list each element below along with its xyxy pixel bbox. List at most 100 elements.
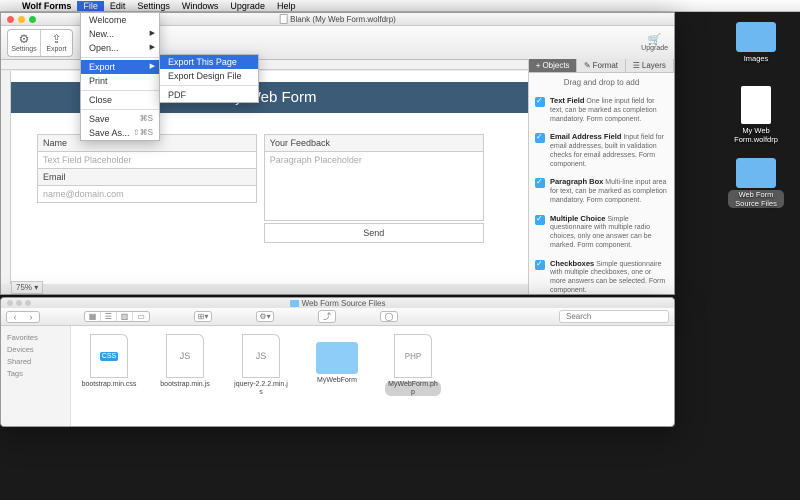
checkbox-icon — [535, 260, 545, 270]
minimize-icon[interactable] — [16, 300, 22, 306]
arrange-button[interactable]: ⊞▾ — [194, 311, 212, 322]
folder-icon — [290, 300, 299, 307]
sidebar-tags[interactable]: Tags — [7, 369, 64, 378]
share-button[interactable]: ⤴ — [318, 310, 336, 323]
close-icon[interactable] — [7, 16, 14, 23]
menu-export[interactable]: Export▶ — [81, 60, 159, 74]
finder-title: Web Form Source Files — [302, 299, 386, 308]
object-item[interactable]: Email Address Field Input field for emai… — [529, 128, 674, 173]
zoom-icon[interactable] — [25, 300, 31, 306]
tag-icon: ◯ — [381, 312, 397, 321]
text-field[interactable]: Text Field Placeholder — [37, 151, 257, 169]
menu-welcome[interactable]: Welcome — [81, 13, 159, 27]
layers-icon: ☰ — [633, 61, 640, 70]
menu-close[interactable]: Close — [81, 93, 159, 107]
object-description: Paragraph Box Multi-line input area for … — [550, 177, 668, 205]
cart-icon: 🛒 — [648, 33, 662, 45]
tags-button[interactable]: ◯ — [380, 311, 398, 322]
checkbox-icon — [535, 97, 545, 107]
menu-save[interactable]: Save⌘S — [81, 112, 159, 126]
object-description: Checkboxes Simple questionnaire with mul… — [550, 259, 668, 296]
column-view-icon[interactable]: ▥ — [117, 312, 133, 321]
menu-separator — [81, 57, 159, 58]
ruler-vertical — [1, 71, 11, 284]
finder-window: Web Form Source Files ‹› ▦☰▥▭ ⊞▾ ⚙▾ ⤴ ◯ … — [0, 297, 675, 427]
document-icon — [279, 14, 287, 24]
sidebar-shared[interactable]: Shared — [7, 357, 64, 366]
app-menu[interactable]: Wolf Forms — [16, 1, 77, 11]
object-item[interactable]: Checkboxes Simple questionnaire with mul… — [529, 255, 674, 300]
js-file-icon — [166, 334, 204, 378]
menu-edit[interactable]: Edit — [104, 1, 132, 11]
close-icon[interactable] — [7, 300, 13, 306]
email-field[interactable]: name@domain.com — [37, 185, 257, 203]
file-item[interactable]: MyWebForm — [309, 334, 365, 418]
tab-layers[interactable]: ☰Layers — [626, 59, 674, 72]
menu-print[interactable]: Print — [81, 74, 159, 88]
action-button[interactable]: ⚙▾ — [256, 311, 274, 322]
nav-buttons[interactable]: ‹› — [6, 311, 40, 323]
menu-separator — [81, 90, 159, 91]
file-item[interactable]: jquery-2.2.2.min.js — [233, 334, 289, 418]
tab-objects[interactable]: +Objects — [529, 59, 577, 72]
sidebar-favorites[interactable]: Favorites — [7, 333, 64, 342]
file-item[interactable]: bootstrap.min.css — [81, 334, 137, 418]
chevron-right-icon: ▶ — [150, 62, 155, 70]
menu-new[interactable]: New...▶ — [81, 27, 159, 41]
share-icon: ⤴ — [319, 311, 335, 322]
paragraph-field[interactable]: Paragraph Placeholder — [264, 151, 484, 221]
folder-icon — [316, 342, 358, 374]
forward-icon[interactable]: › — [23, 312, 39, 322]
email-label[interactable]: Email — [37, 168, 257, 186]
submenu-pdf[interactable]: PDF — [160, 88, 258, 102]
file-item[interactable]: bootstrap.min.js — [157, 334, 213, 418]
menu-help[interactable]: Help — [271, 1, 302, 11]
tab-format[interactable]: ✎Format — [577, 59, 625, 72]
menu-file[interactable]: File — [77, 1, 104, 11]
php-file-icon — [394, 334, 432, 378]
menu-open[interactable]: Open...▶ — [81, 41, 159, 55]
menu-settings[interactable]: Settings — [131, 1, 176, 11]
window-title: Blank (My Web Form.wolfdrp) — [290, 15, 396, 24]
object-description: Multiple Choice Simple questionnaire wit… — [550, 214, 668, 251]
gear-icon: ⚙▾ — [257, 312, 273, 321]
settings-button[interactable]: ⚙Settings — [8, 30, 40, 56]
gear-icon: ⚙ — [19, 32, 30, 46]
file-item[interactable]: MyWebForm.php — [385, 334, 441, 418]
upgrade-button[interactable]: 🛒Upgrade — [641, 33, 668, 52]
folder-icon — [736, 158, 776, 188]
submenu-export-design[interactable]: Export Design File — [160, 69, 258, 83]
zoom-level[interactable]: 75% ▾ — [11, 281, 43, 294]
checkbox-icon — [535, 133, 545, 143]
export-icon: ⇪ — [51, 32, 61, 46]
sidebar-devices[interactable]: Devices — [7, 345, 64, 354]
export-submenu: Export This Page Export Design File PDF — [159, 54, 259, 103]
plus-icon: + — [536, 61, 541, 70]
minimize-icon[interactable] — [18, 16, 25, 23]
menu-windows[interactable]: Windows — [176, 1, 225, 11]
menu-upgrade[interactable]: Upgrade — [224, 1, 271, 11]
side-panel: +Objects ✎Format ☰Layers Drag and drop t… — [528, 59, 674, 294]
icon-view-icon[interactable]: ▦ — [85, 312, 101, 321]
feedback-label[interactable]: Your Feedback — [264, 134, 484, 152]
document-icon — [741, 86, 771, 124]
menu-saveas[interactable]: Save As...⇧⌘S — [81, 126, 159, 140]
desktop-document[interactable]: My Web Form.wolfdrp — [728, 86, 784, 144]
send-button[interactable]: Send — [264, 223, 484, 243]
export-button[interactable]: ⇪Export — [40, 30, 72, 56]
drag-hint: Drag and drop to add — [529, 73, 674, 92]
search-input[interactable] — [559, 310, 669, 323]
object-item[interactable]: Multiple Choice Simple questionnaire wit… — [529, 210, 674, 255]
view-buttons[interactable]: ▦☰▥▭ — [84, 311, 150, 322]
desktop-folder-images[interactable]: Images — [728, 22, 784, 63]
list-view-icon[interactable]: ☰ — [101, 312, 117, 321]
submenu-export-page[interactable]: Export This Page — [160, 55, 258, 69]
object-item[interactable]: Paragraph Box Multi-line input area for … — [529, 173, 674, 209]
chevron-right-icon: ▶ — [150, 43, 155, 51]
zoom-icon[interactable] — [29, 16, 36, 23]
back-icon[interactable]: ‹ — [7, 312, 23, 322]
gallery-view-icon[interactable]: ▭ — [133, 312, 149, 321]
object-item[interactable]: Text Field One line input field for text… — [529, 92, 674, 128]
desktop-folder-source[interactable]: Web Form Source Files — [728, 158, 784, 208]
menu-separator — [160, 85, 258, 86]
